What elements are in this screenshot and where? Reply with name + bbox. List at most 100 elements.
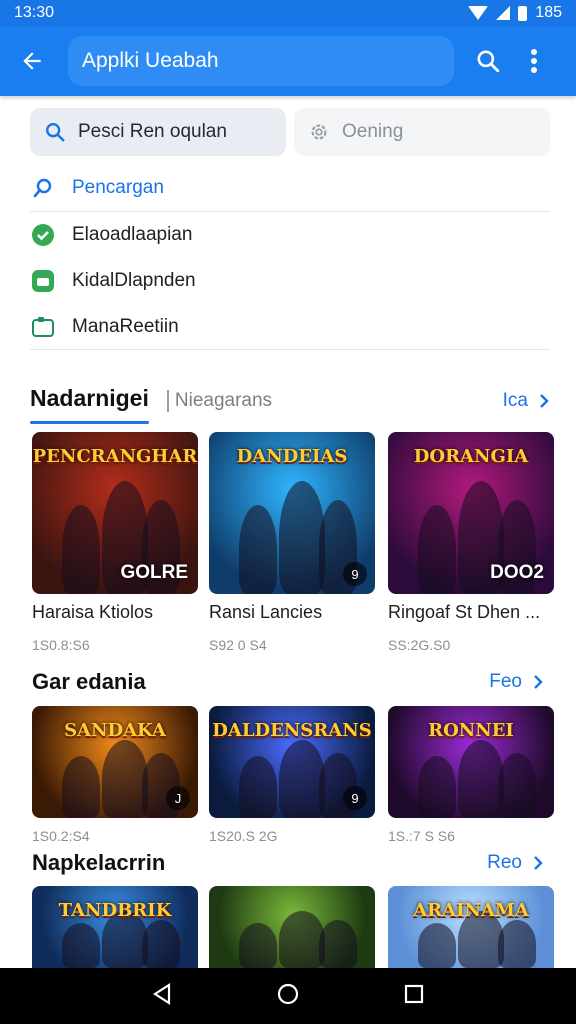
game-name: Ringoaf St Dhen ...: [388, 602, 541, 622]
game-name: Haraisa Ktiolos: [32, 602, 154, 622]
search-button[interactable]: [470, 43, 506, 79]
game-art-title: DORANGIA: [413, 446, 529, 467]
section-title: Gar edania: [32, 669, 146, 694]
game-thumbnail: ARAINAMA: [388, 886, 554, 968]
segment-settings-label: Oening: [342, 121, 404, 142]
game-thumbnail: SANDAKA J: [32, 706, 198, 818]
game-art-title: PENCRANGHAR: [32, 446, 198, 467]
see-more-label: Reo: [487, 852, 522, 873]
see-more-link[interactable]: Reo: [487, 852, 544, 874]
segment-search-label: Pesci Ren oqulan: [78, 121, 227, 142]
character-figure: [457, 739, 504, 818]
game-card[interactable]: PENCRANGHAR GOLRE Haraisa Ktiolos 1S0.8:…: [32, 432, 198, 653]
see-more-label: Feo: [489, 671, 522, 692]
game-card[interactable]: [209, 886, 375, 968]
segment-search[interactable]: Pesci Ren oqulan: [30, 108, 286, 156]
arrow-left-icon: [23, 52, 41, 70]
wifi-icon: [468, 6, 489, 20]
app-icon: [30, 268, 56, 294]
battery-level: 185: [535, 4, 562, 21]
battery-icon: [518, 5, 528, 21]
game-art-label: GOLRE: [120, 562, 188, 583]
character-figure: [278, 480, 325, 594]
game-badge: J: [166, 786, 190, 810]
character-figure: [61, 504, 100, 594]
system-nav-bar: [0, 968, 576, 1024]
character-figure: [238, 756, 277, 818]
game-art-title: DANDEIAS: [236, 446, 348, 467]
character-figure: [417, 756, 456, 818]
game-thumbnail: RONNEI: [388, 706, 554, 818]
menu-item-search[interactable]: Pencargan: [30, 164, 550, 212]
segment-settings[interactable]: Oening: [294, 108, 550, 156]
game-card[interactable]: SANDAKA J 1S0.2:S4: [32, 706, 198, 844]
character-figure: [417, 504, 456, 594]
menu-item-manage[interactable]: ManaReetiin: [30, 304, 550, 350]
menu-item-label: Elaoadlaapian: [72, 224, 193, 245]
status-bar: 13:30 185: [0, 0, 576, 26]
character-figure: [238, 504, 277, 594]
folder-icon: [30, 314, 56, 340]
game-card[interactable]: TANDBRIK: [32, 886, 198, 968]
menu-list: Pencargan Elaoadlaapian KidalDlapnden Ma…: [30, 164, 550, 350]
home-nav-button[interactable]: [276, 982, 300, 1011]
chevron-right-icon: [534, 856, 543, 870]
circle-home-icon: [277, 983, 299, 1004]
character-figure: [61, 756, 100, 818]
game-thumbnail: [209, 886, 375, 968]
character-figure: [278, 739, 325, 818]
recents-nav-button[interactable]: [403, 983, 425, 1010]
game-card[interactable]: DANDEIAS 9 Ransi Lancies S92 0 S4: [209, 432, 375, 653]
check-badge-icon: [30, 222, 56, 248]
search-icon: [30, 175, 56, 201]
game-card[interactable]: ARAINAMA: [388, 886, 554, 968]
menu-item-updates[interactable]: Elaoadlaapian: [30, 212, 550, 258]
game-thumbnail: PENCRANGHAR GOLRE: [32, 432, 198, 594]
app-bar: Applki Ueabah: [0, 26, 576, 96]
triangle-back-icon: [153, 982, 171, 1005]
see-more-link[interactable]: Ica: [503, 390, 550, 412]
game-meta: S92 0 S4: [209, 637, 267, 653]
section-title: Napkelacrrin: [32, 850, 166, 875]
game-art-title: SANDAKA: [64, 720, 166, 741]
menu-item-apps[interactable]: KidalDlapnden: [30, 258, 550, 304]
game-thumbnail: DALDENSRANS 9: [209, 706, 375, 818]
chevron-right-icon: [540, 394, 549, 408]
character-figure: [417, 922, 456, 968]
see-more-label: Ica: [502, 390, 528, 411]
app-title: Applki Ueabah: [82, 49, 219, 72]
more-options-button[interactable]: [516, 43, 552, 79]
back-nav-button[interactable]: [151, 982, 173, 1011]
tab-inactive[interactable]: Nieagarans: [166, 390, 272, 412]
menu-item-label: Pencargan: [72, 176, 164, 198]
app-title-field[interactable]: Applki Ueabah: [68, 36, 454, 86]
game-badge: 9: [343, 562, 367, 586]
game-card[interactable]: DORANGIA DOO2 Ringoaf St Dhen ... SS:2G.…: [388, 432, 554, 653]
game-art-title: ARAINAMA: [413, 900, 529, 921]
game-card[interactable]: RONNEI 1S.:7 S S6: [388, 706, 554, 844]
search-icon: [46, 123, 65, 142]
game-thumbnail: TANDBRIK: [32, 886, 198, 968]
search-icon: [477, 50, 500, 73]
character-figure: [61, 922, 100, 968]
character-figure: [278, 910, 325, 968]
game-card[interactable]: DALDENSRANS 9 1S20.S 2G: [209, 706, 375, 844]
signal-icon: [496, 6, 511, 20]
game-art-title: RONNEI: [428, 720, 514, 741]
status-time: 13:30: [14, 4, 55, 21]
game-art-label: DOO2: [490, 562, 544, 583]
more-vert-icon: [531, 49, 537, 73]
back-button[interactable]: [14, 43, 50, 79]
game-badge: 9: [343, 786, 367, 810]
game-art-title: DALDENSRANS: [212, 720, 372, 741]
game-meta: 1S0.2:S4: [32, 828, 90, 844]
category-tabs: Nadarnigei Nieagarans Ica: [30, 380, 550, 424]
tab-active[interactable]: Nadarnigei: [30, 385, 149, 424]
character-figure: [238, 922, 277, 968]
game-meta: 1S20.S 2G: [209, 828, 278, 844]
game-meta: 1S.:7 S S6: [388, 828, 455, 844]
segment-row: Pesci Ren oqulan Oening: [30, 108, 550, 156]
see-more-link[interactable]: Feo: [489, 671, 544, 693]
game-meta: SS:2G.S0: [388, 637, 451, 653]
menu-item-label: ManaReetiin: [72, 315, 179, 337]
